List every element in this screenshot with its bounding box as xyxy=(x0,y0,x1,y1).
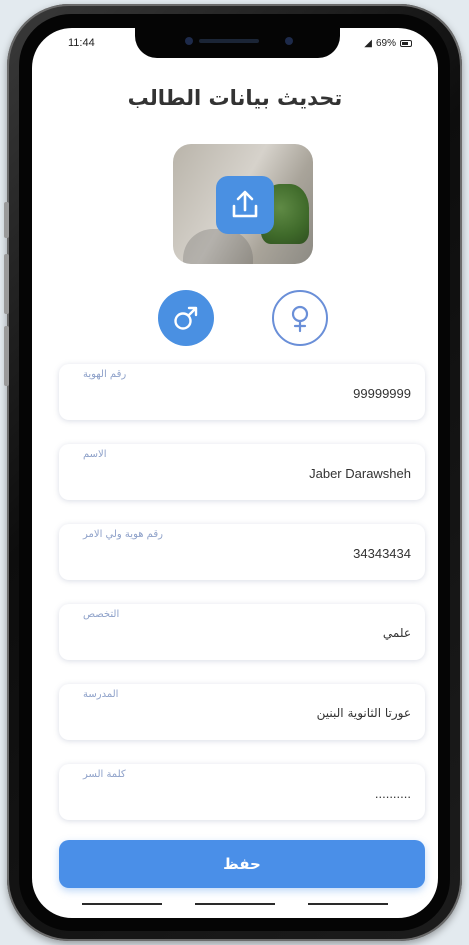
field-value: 34343434 xyxy=(353,546,411,561)
guardian-id-field[interactable]: رقم هوية ولي الامر 34343434 xyxy=(59,524,425,580)
speaker-grille xyxy=(199,39,259,43)
upload-icon xyxy=(232,190,258,218)
sensor-icon xyxy=(285,37,293,45)
field-label: كلمة السر xyxy=(83,769,126,780)
app-screen: 11:44 ◢ 69% تحديث بيانات الطالب رقم الهو… xyxy=(32,28,438,918)
camera-icon xyxy=(185,37,193,45)
field-value: Jaber Darawsheh xyxy=(309,466,411,481)
field-value: علمي xyxy=(382,626,411,640)
gender-female-button[interactable] xyxy=(272,290,328,346)
field-label: المدرسة xyxy=(83,689,119,700)
photo-shadow xyxy=(183,229,253,264)
major-field[interactable]: التخصص علمي xyxy=(59,604,425,660)
upload-photo-button[interactable] xyxy=(216,176,274,234)
id-number-field[interactable]: رقم الهوية 99999999 xyxy=(59,364,425,420)
status-icons: ◢ 69% xyxy=(364,38,412,49)
name-field[interactable]: الاسم Jaber Darawsheh xyxy=(59,444,425,500)
male-symbol-icon xyxy=(174,306,198,330)
password-field[interactable]: كلمة السر .......... xyxy=(59,764,425,820)
bottom-edge xyxy=(82,903,388,906)
side-button xyxy=(4,326,9,386)
gender-male-button[interactable] xyxy=(158,290,214,346)
edge-line xyxy=(308,903,388,905)
save-button[interactable]: حفظ xyxy=(59,840,425,888)
edge-line xyxy=(82,903,162,905)
field-label: الاسم xyxy=(83,449,107,460)
field-label: رقم الهوية xyxy=(83,369,127,380)
edge-line xyxy=(195,903,275,905)
field-label: التخصص xyxy=(83,609,120,620)
notch xyxy=(135,28,340,58)
field-label: رقم هوية ولي الامر xyxy=(83,529,163,540)
school-field[interactable]: المدرسة عورتا الثانوية البنين xyxy=(59,684,425,740)
battery-percent: 69% xyxy=(375,38,396,49)
side-button xyxy=(4,202,9,238)
battery-icon xyxy=(400,40,412,47)
female-symbol-icon xyxy=(291,305,309,333)
field-value: 99999999 xyxy=(353,386,411,401)
field-value: عورتا الثانوية البنين xyxy=(316,706,411,720)
status-time: 11:44 xyxy=(68,37,95,49)
page-title: تحديث بيانات الطالب xyxy=(127,86,343,110)
field-value: .......... xyxy=(374,786,411,801)
signal-icon: ◢ xyxy=(364,38,372,49)
side-button xyxy=(4,254,9,314)
